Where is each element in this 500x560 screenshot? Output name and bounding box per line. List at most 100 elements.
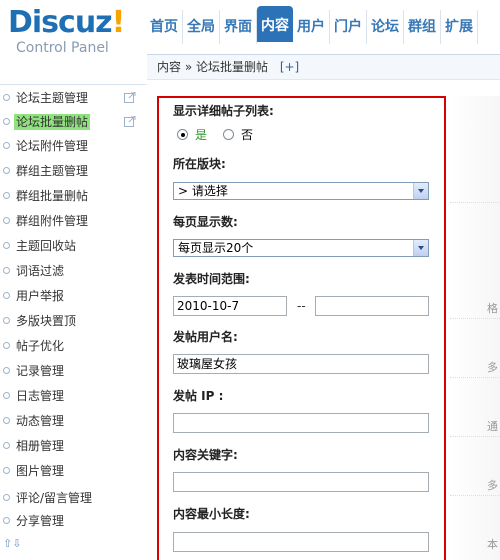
sidebar-item-label: 词语过滤 bbox=[16, 264, 65, 278]
sidebar-item-word-filter[interactable]: 词语过滤 bbox=[0, 260, 147, 282]
keyword-label: 内容关键字: bbox=[173, 448, 238, 462]
row-divider bbox=[450, 377, 500, 378]
control-panel-window: Discuz! Control Panel 首页 全局 界面 内容 用户 门户 … bbox=[0, 0, 500, 560]
sidebar-item-label: 群组附件管理 bbox=[16, 214, 89, 228]
forum-select[interactable]: > 请选择 bbox=[173, 182, 429, 200]
sidebar-item-recycle-bin[interactable]: 主题回收站 bbox=[0, 235, 147, 257]
nav-tab-portal[interactable]: 门户 bbox=[330, 10, 367, 44]
external-link-icon[interactable] bbox=[124, 92, 136, 103]
sidebar: 论坛主题管理 论坛批量删帖 论坛附件管理 群组主题管理 群组批量删帖 群组附件管… bbox=[0, 80, 147, 560]
ip-label: 发帖 IP : bbox=[173, 389, 224, 403]
sidebar-item-forum-attachments[interactable]: 论坛附件管理 bbox=[0, 135, 147, 157]
bullet-icon bbox=[3, 267, 10, 274]
top-nav: 首页 全局 界面 内容 用户 门户 论坛 群组 扩展 bbox=[146, 6, 478, 44]
main-content: 显示详细帖子列表: 是 否 所在版块: > 请选择 每页显示数: 每页显示20个… bbox=[147, 80, 500, 560]
time-from-input[interactable]: 2010-10-7 bbox=[173, 296, 287, 316]
sidebar-item-pictures[interactable]: 图片管理 bbox=[0, 460, 147, 482]
perpage-select-value: 每页显示20个 bbox=[178, 241, 254, 255]
sidebar-item-label: 评论/留言管理 bbox=[16, 491, 93, 505]
bullet-icon bbox=[3, 94, 10, 101]
bullet-icon bbox=[3, 192, 10, 199]
min-length-input[interactable] bbox=[173, 532, 429, 552]
bullet-icon bbox=[3, 417, 10, 424]
add-shortcut-link[interactable]: [+] bbox=[280, 60, 299, 74]
nav-tab-home[interactable]: 首页 bbox=[146, 10, 183, 44]
keyword-input[interactable] bbox=[173, 472, 429, 492]
sidebar-item-feeds[interactable]: 动态管理 bbox=[0, 410, 147, 432]
nav-tab-interface[interactable]: 界面 bbox=[220, 10, 257, 44]
nav-tab-content[interactable]: 内容 bbox=[257, 6, 293, 42]
sidebar-item-user-reports[interactable]: 用户举报 bbox=[0, 285, 147, 307]
radio-yes-label: 是 bbox=[195, 128, 208, 142]
chevron-down-icon[interactable] bbox=[413, 183, 428, 199]
sidebar-item-group-threads[interactable]: 群组主题管理 bbox=[0, 160, 147, 182]
bullet-icon bbox=[3, 342, 10, 349]
bullet-icon bbox=[3, 367, 10, 374]
sidebar-item-records[interactable]: 记录管理 bbox=[0, 360, 147, 382]
sidebar-item-label: 帖子优化 bbox=[16, 339, 65, 353]
sidebar-item-label: 日志管理 bbox=[16, 389, 65, 403]
bullet-icon bbox=[3, 217, 10, 224]
author-input[interactable]: 玻璃屋女孩 bbox=[173, 354, 429, 374]
forum-label: 所在版块: bbox=[173, 157, 226, 171]
time-range-separator: -- bbox=[297, 299, 306, 313]
scroll-arrows-icon[interactable]: ⇧⇩ bbox=[3, 537, 21, 550]
time-to-input[interactable] bbox=[315, 296, 429, 316]
tip-min-length: 本 bbox=[487, 538, 498, 551]
sidebar-divider bbox=[0, 84, 147, 85]
nav-tab-forum[interactable]: 论坛 bbox=[367, 10, 404, 44]
sidebar-item-albums[interactable]: 相册管理 bbox=[0, 435, 147, 457]
sidebar-item-label: 用户举报 bbox=[16, 289, 65, 303]
sidebar-item-post-optimize[interactable]: 帖子优化 bbox=[0, 335, 147, 357]
sidebar-item-label: 分享管理 bbox=[16, 514, 65, 528]
perpage-select[interactable]: 每页显示20个 bbox=[173, 239, 429, 257]
sidebar-item-label: 多版块置顶 bbox=[16, 314, 77, 328]
breadcrumb-text: 内容 » 论坛批量删帖 bbox=[157, 60, 268, 74]
nav-tab-users[interactable]: 用户 bbox=[293, 10, 330, 44]
tip-author: 多 bbox=[487, 361, 498, 374]
bullet-icon bbox=[3, 467, 10, 474]
sidebar-item-label: 论坛主题管理 bbox=[16, 91, 89, 105]
sidebar-item-label: 动态管理 bbox=[16, 414, 65, 428]
bullet-icon bbox=[3, 317, 10, 324]
bullet-icon bbox=[3, 167, 10, 174]
sidebar-item-label: 相册管理 bbox=[16, 439, 65, 453]
detail-list-yes-radio[interactable] bbox=[177, 129, 188, 140]
row-divider bbox=[450, 495, 500, 496]
nav-tab-groups[interactable]: 群组 bbox=[404, 10, 441, 44]
sidebar-item-comments[interactable]: 评论/留言管理 bbox=[0, 487, 147, 509]
chevron-down-icon[interactable] bbox=[413, 240, 428, 256]
sidebar-item-forum-threads[interactable]: 论坛主题管理 bbox=[0, 87, 147, 109]
sidebar-item-label: 论坛批量删帖 bbox=[14, 114, 91, 130]
sidebar-item-label: 群组批量删帖 bbox=[16, 189, 89, 203]
nav-tab-extensions[interactable]: 扩展 bbox=[441, 10, 478, 44]
bullet-icon bbox=[3, 292, 10, 299]
logo-brand: Discuz! bbox=[8, 5, 125, 40]
nav-tab-global[interactable]: 全局 bbox=[183, 10, 220, 44]
forum-select-value: > 请选择 bbox=[178, 184, 228, 198]
bullet-icon bbox=[3, 118, 10, 125]
ip-input[interactable] bbox=[173, 413, 429, 433]
external-link-icon[interactable] bbox=[124, 116, 136, 127]
bullet-icon bbox=[3, 442, 10, 449]
sidebar-item-shares[interactable]: 分享管理 bbox=[0, 510, 147, 532]
time-range-label: 发表时间范围: bbox=[173, 272, 250, 286]
author-label: 发帖用户名: bbox=[173, 330, 238, 344]
sidebar-item-blogs[interactable]: 日志管理 bbox=[0, 385, 147, 407]
bullet-icon bbox=[3, 242, 10, 249]
sidebar-item-multi-forum-sticky[interactable]: 多版块置顶 bbox=[0, 310, 147, 332]
discuz-logo: Discuz! Control Panel bbox=[8, 6, 148, 66]
detail-list-no-radio[interactable] bbox=[223, 129, 234, 140]
bullet-icon bbox=[3, 494, 10, 501]
sidebar-item-label: 群组主题管理 bbox=[16, 164, 89, 178]
sidebar-item-group-attachments[interactable]: 群组附件管理 bbox=[0, 210, 147, 232]
detail-list-label: 显示详细帖子列表: bbox=[173, 104, 274, 118]
sidebar-item-label: 记录管理 bbox=[16, 364, 65, 378]
radio-no-label: 否 bbox=[241, 128, 254, 142]
sidebar-item-group-batch-delete[interactable]: 群组批量删帖 bbox=[0, 185, 147, 207]
sidebar-item-forum-batch-delete[interactable]: 论坛批量删帖 bbox=[0, 111, 147, 133]
bullet-icon bbox=[3, 392, 10, 399]
tip-ip: 通 bbox=[487, 420, 498, 433]
tip-keyword: 多 bbox=[487, 479, 498, 492]
min-length-label: 内容最小长度: bbox=[173, 507, 250, 521]
